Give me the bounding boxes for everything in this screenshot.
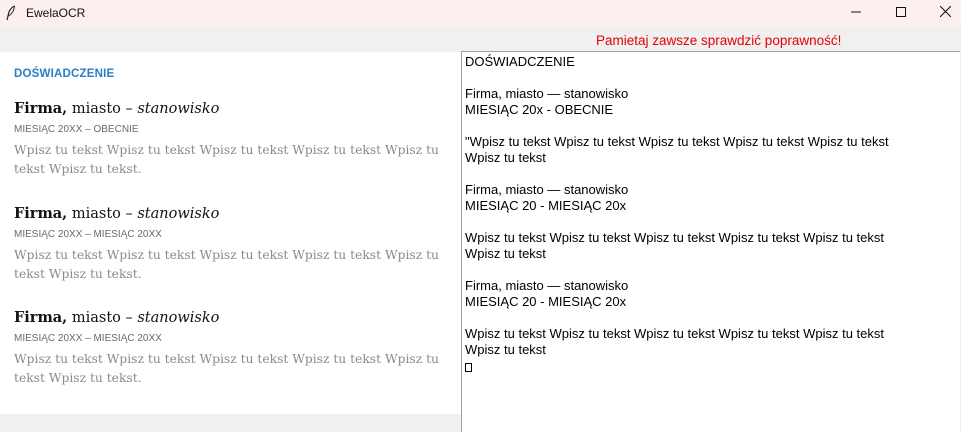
ocr-line: Wpisz tu tekst xyxy=(465,342,546,357)
entry-date: MIESIĄC 20XX – MIESIĄC 20XX xyxy=(14,229,162,240)
entry-position: stanowisko xyxy=(137,310,220,326)
entry-heading: Firma, miasto – stanowisko xyxy=(14,205,454,222)
ocr-text-area[interactable]: DOŚWIADCZENIE Firma, miasto — stanowisko… xyxy=(461,51,960,432)
entry-city: miasto – xyxy=(67,101,138,117)
close-icon xyxy=(939,4,952,22)
entry-company: Firma, xyxy=(14,309,68,326)
entry-heading: Firma, miasto – stanowisko xyxy=(14,309,454,326)
ocr-line: Wpisz tu tekst xyxy=(465,246,546,261)
ocr-line xyxy=(465,118,889,134)
ocr-line: DOŚWIADCZENIE xyxy=(465,54,575,69)
entry-position: stanowisko xyxy=(137,206,220,222)
ocr-line xyxy=(465,310,889,326)
close-button[interactable] xyxy=(923,0,961,26)
ocr-line xyxy=(465,358,889,374)
title-bar[interactable]: EwelaOCR xyxy=(0,0,961,26)
entry-date: MIESIĄC 20XX – OBECNIE xyxy=(14,124,139,135)
ocr-line: Firma, miasto — stanowisko xyxy=(465,86,629,101)
experience-entry: Firma, miasto – stanowisko MIESIĄC 20XX … xyxy=(14,100,454,179)
ocr-line: MIESIĄC 20x - OBECNIE xyxy=(465,102,614,117)
minimize-button[interactable] xyxy=(833,0,878,26)
entry-heading: Firma, miasto – stanowisko xyxy=(14,100,454,117)
entry-text: Wpisz tu tekst Wpisz tu tekst Wpisz tu t… xyxy=(14,248,439,281)
entry-city: miasto – xyxy=(67,310,138,326)
section-heading: DOŚWIADCZENIE xyxy=(14,68,115,80)
entry-company: Firma, xyxy=(14,100,68,117)
entry-text: Wpisz tu tekst Wpisz tu tekst Wpisz tu t… xyxy=(14,352,439,385)
experience-entry: Firma, miasto – stanowisko MIESIĄC 20XX … xyxy=(14,205,454,284)
ocr-text: DOŚWIADCZENIE Firma, miasto — stanowisko… xyxy=(465,54,889,374)
document-preview: DOŚWIADCZENIE Firma, miasto – stanowisko… xyxy=(0,52,461,414)
ocr-line: Wpisz tu tekst xyxy=(465,150,546,165)
ocr-line: Firma, miasto — stanowisko xyxy=(465,278,629,293)
ocr-line: "Wpisz tu tekst Wpisz tu tekst Wpisz tu … xyxy=(465,134,889,149)
entry-date: MIESIĄC 20XX – MIESIĄC 20XX xyxy=(14,333,162,344)
minimize-icon xyxy=(850,4,861,22)
entry-text: Wpisz tu tekst Wpisz tu tekst Wpisz tu t… xyxy=(14,143,439,176)
ocr-line: MIESIĄC 20 - MIESIĄC 20x xyxy=(465,294,627,309)
ocr-line xyxy=(465,262,889,278)
maximize-icon xyxy=(895,4,906,22)
warning-message: Pamietaj zawsze sprawdzić poprawność! xyxy=(596,33,842,48)
unknown-glyph-icon xyxy=(465,363,472,372)
experience-entry: Firma, miasto – stanowisko MIESIĄC 20XX … xyxy=(14,309,454,388)
ocr-line: Firma, miasto — stanowisko xyxy=(465,182,629,197)
ocr-line xyxy=(465,166,889,182)
ocr-line xyxy=(465,214,889,230)
maximize-button[interactable] xyxy=(878,0,923,26)
entry-position: stanowisko xyxy=(137,101,220,117)
ocr-line: Wpisz tu tekst Wpisz tu tekst Wpisz tu t… xyxy=(465,326,884,341)
window-title: EwelaOCR xyxy=(26,6,86,20)
feather-icon xyxy=(6,5,16,21)
entry-company: Firma, xyxy=(14,205,68,222)
ocr-line xyxy=(465,70,889,86)
entry-city: miasto – xyxy=(67,206,138,222)
ocr-line: MIESIĄC 20 - MIESIĄC 20x xyxy=(465,198,627,213)
ocr-line: Wpisz tu tekst Wpisz tu tekst Wpisz tu t… xyxy=(465,230,884,245)
